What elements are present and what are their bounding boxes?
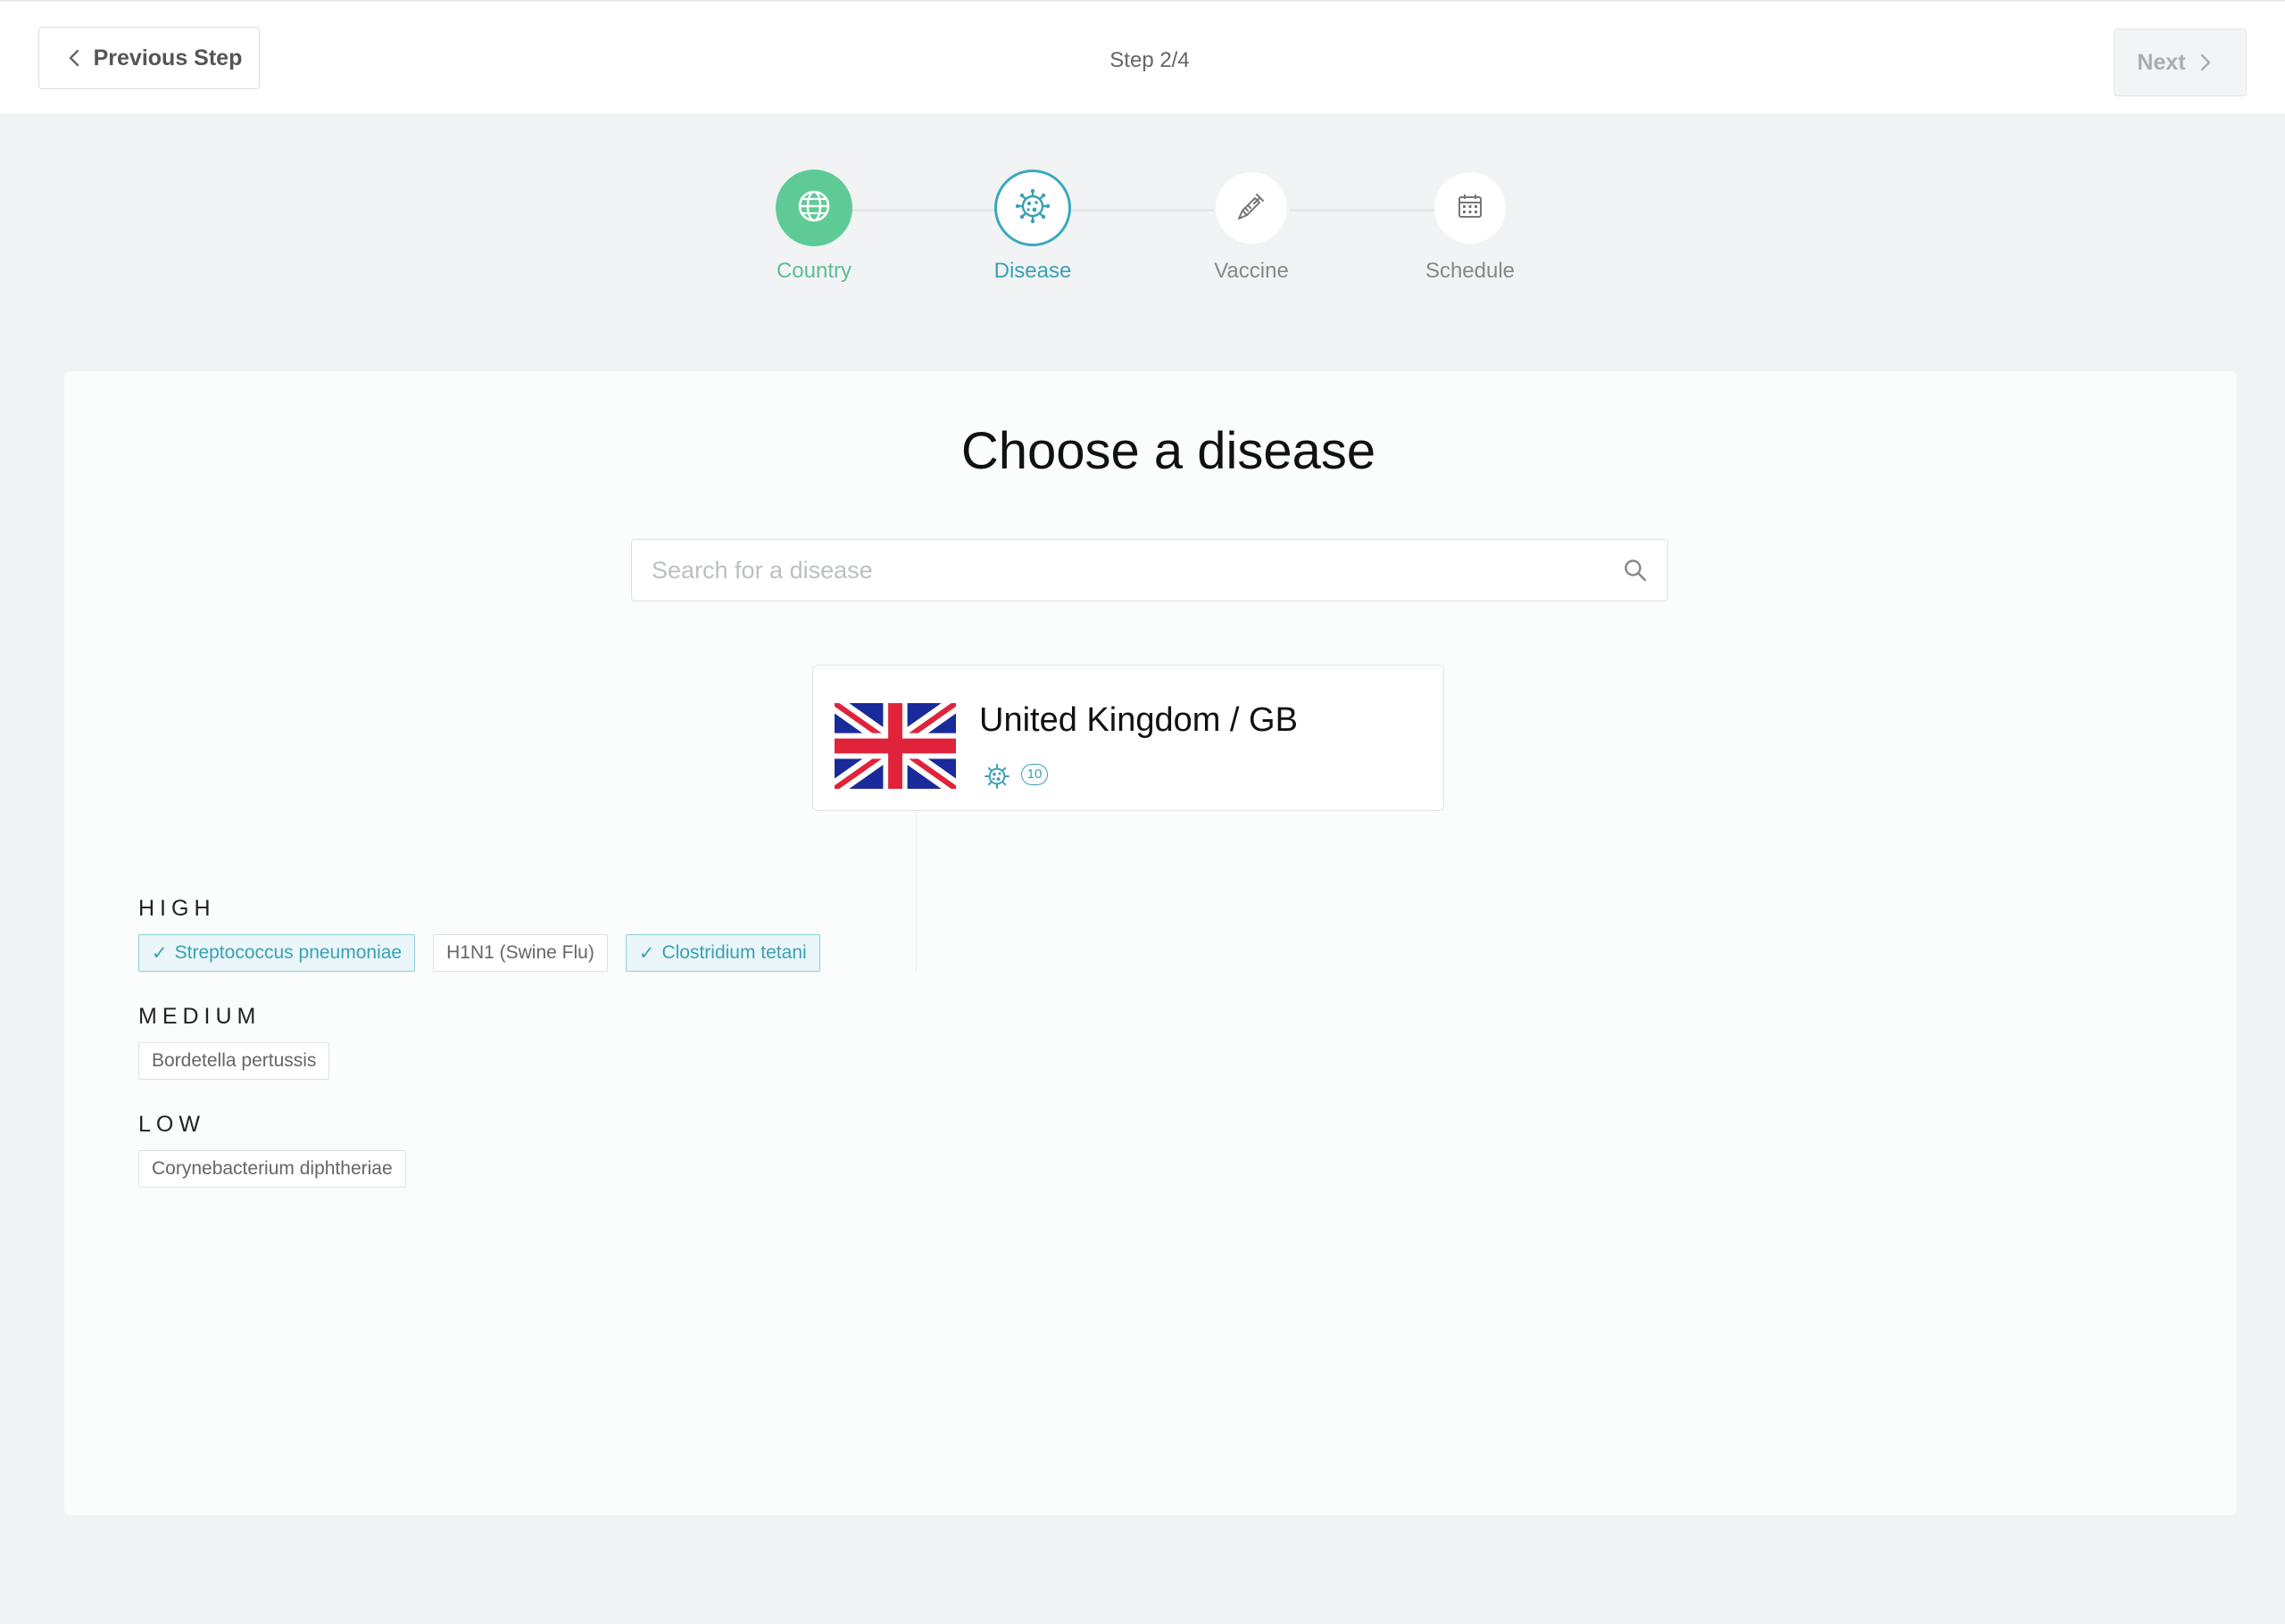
step-schedule-circle	[1434, 172, 1506, 244]
disease-chip-h1n1[interactable]: H1N1 (Swine Flu)	[433, 934, 608, 972]
virus-icon	[1014, 187, 1051, 229]
next-label: Next	[2137, 49, 2186, 75]
globe-icon	[795, 187, 833, 229]
step-schedule[interactable]: Schedule	[1390, 170, 1550, 284]
selected-country-card[interactable]: United Kingdom / GB 10	[812, 665, 1444, 811]
calendar-icon	[1455, 191, 1485, 226]
risk-group-low: LOW Corynebacterium diphtheriae	[138, 1112, 406, 1188]
disease-chip-clostridium-tetani[interactable]: ✓ Clostridium tetani	[625, 934, 820, 972]
disease-chip-label: Streptococcus pneumoniae	[174, 942, 403, 963]
virus-icon	[983, 762, 1011, 791]
risk-group-label: HIGH	[138, 896, 216, 921]
step-disease[interactable]: Disease	[952, 170, 1113, 284]
disease-chip-corynebacterium-diphtheriae[interactable]: Corynebacterium diphtheriae	[138, 1150, 406, 1188]
step-country[interactable]: Country	[734, 170, 894, 284]
search-icon[interactable]	[1623, 558, 1648, 583]
uk-flag-icon	[835, 703, 956, 789]
search-box	[631, 539, 1668, 601]
previous-step-button[interactable]: Previous Step	[38, 27, 260, 89]
risk-group-high: HIGH ✓ Streptococcus pneumoniae H1N1 (Sw…	[138, 896, 820, 972]
disease-chip-list: Bordetella pertussis	[138, 1042, 330, 1080]
step-country-circle	[776, 170, 852, 246]
step-schedule-label: Schedule	[1425, 259, 1516, 283]
divider	[916, 811, 917, 972]
step-counter: Step 2/4	[1109, 48, 1190, 72]
chevron-left-icon	[65, 48, 85, 68]
disease-chip-list: Corynebacterium diphtheriae	[138, 1150, 406, 1188]
disease-chip-label: Corynebacterium diphtheriae	[152, 1158, 393, 1179]
previous-step-label: Previous Step	[93, 45, 243, 70]
step-vaccine-circle	[1216, 172, 1287, 244]
step-disease-label: Disease	[993, 259, 1072, 283]
disease-chip-streptococcus-pneumoniae[interactable]: ✓ Streptococcus pneumoniae	[138, 934, 416, 972]
disease-chip-label: H1N1 (Swine Flu)	[446, 942, 594, 963]
disease-chip-label: Clostridium tetani	[661, 942, 807, 963]
syringe-icon	[1234, 189, 1268, 228]
disease-chip-bordetella-pertussis[interactable]: Bordetella pertussis	[138, 1042, 330, 1080]
next-button[interactable]: Next	[2114, 29, 2247, 96]
chevron-right-icon	[2195, 53, 2214, 72]
top-bar: Previous Step Step 2/4 Next	[0, 0, 2285, 113]
step-vaccine-label: Vaccine	[1214, 259, 1289, 283]
check-icon: ✓	[152, 942, 168, 964]
search-input[interactable]	[650, 540, 1617, 601]
risk-group-label: MEDIUM	[138, 1004, 262, 1029]
risk-group-label: LOW	[138, 1112, 205, 1137]
disease-chip-list: ✓ Streptococcus pneumoniae H1N1 (Swine F…	[138, 934, 820, 972]
disease-count-badge: 10	[1021, 764, 1048, 785]
country-name: United Kingdom / GB	[979, 701, 1298, 739]
step-disease-circle	[994, 170, 1071, 246]
step-vaccine[interactable]: Vaccine	[1171, 170, 1332, 284]
progress-stepper: Country Disease Vaccine Schedule	[0, 170, 2285, 294]
disease-selection-card: Choose a disease United Kingdom	[64, 371, 2237, 1515]
check-icon: ✓	[638, 942, 655, 964]
risk-group-medium: MEDIUM Bordetella pertussis	[138, 1004, 330, 1080]
step-country-label: Country	[776, 259, 852, 283]
disease-chip-label: Bordetella pertussis	[152, 1050, 317, 1071]
page-title: Choose a disease	[960, 422, 1376, 480]
